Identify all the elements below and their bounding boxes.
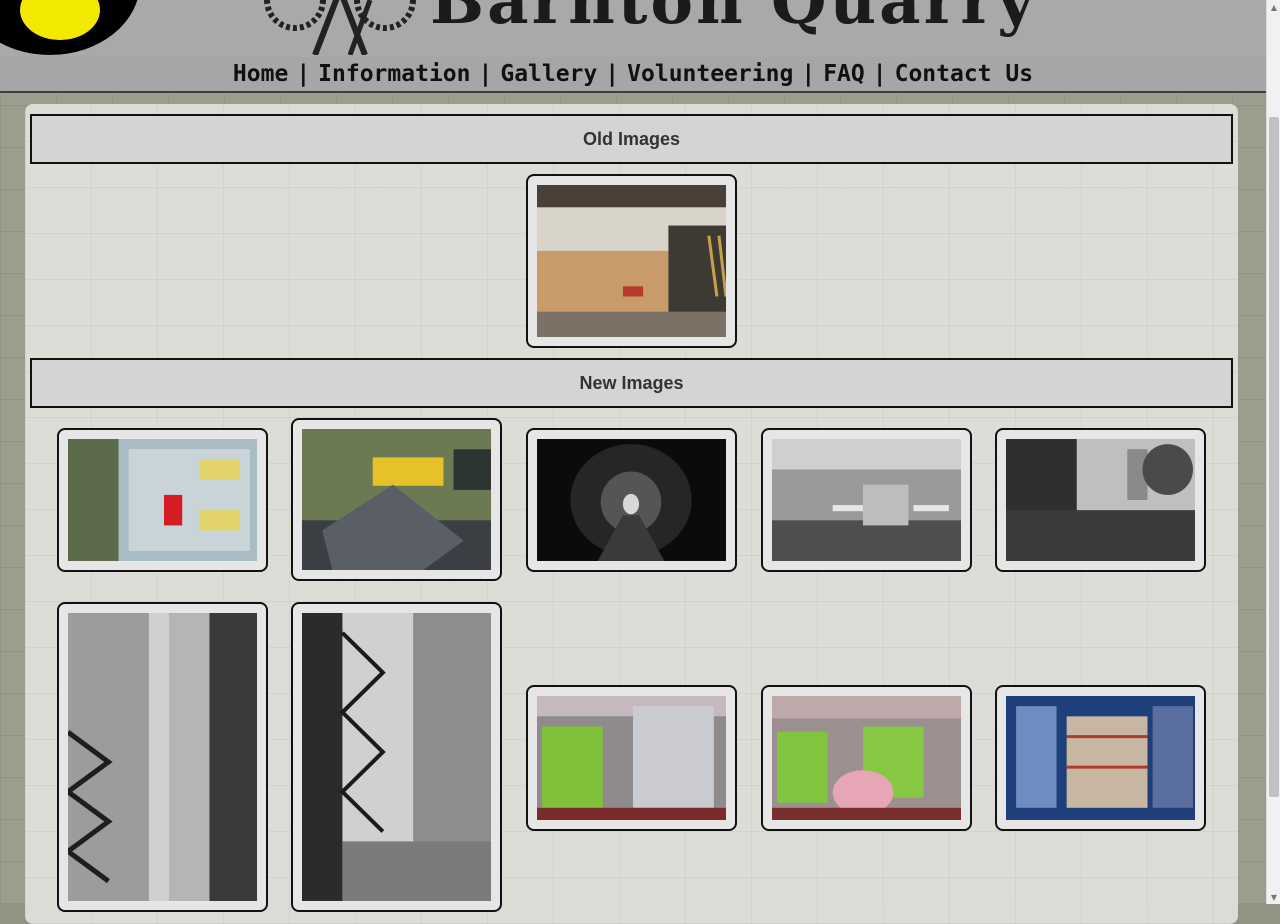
gallery-thumb-switchgear[interactable] [57,428,268,572]
old-images-heading: Old Images [30,114,1233,164]
nav-separator: | [296,61,311,87]
page-scrollbar[interactable]: ▲ ▼ [1266,0,1280,904]
new-images-heading: New Images [30,358,1233,408]
gallery-thumb-plant-2[interactable] [761,685,972,831]
photo-rubble-pile [302,429,491,570]
site-header: Barnton Quarry [0,0,1266,59]
gallery-thumb-rubble[interactable] [291,418,502,581]
gallery-thumb-old-room[interactable] [526,174,737,348]
site-title: Barnton Quarry [430,0,1038,39]
photo-plant-room-2 [772,696,961,820]
nav-gallery[interactable]: Gallery [500,61,597,87]
photo-tunnel [537,439,726,561]
nav-home[interactable]: Home [233,61,288,87]
nav-separator: | [872,61,887,87]
nav-contact-us[interactable]: Contact Us [895,61,1033,87]
scrollbar-thumb[interactable] [1269,117,1279,797]
nav-separator: | [801,61,816,87]
photo-switchgear [68,439,257,561]
photo-renovation-room [537,185,728,337]
photo-stairwell [63,613,257,901]
scroll-up-icon[interactable]: ▲ [1267,0,1280,14]
scroll-down-icon[interactable]: ▼ [1267,890,1280,904]
nav-separator: | [478,61,493,87]
photo-overgrown-entrance [1006,439,1195,561]
photo-office-room [772,439,961,561]
gallery-thumb-entrance[interactable] [995,428,1206,572]
photo-telephone-exchange [1006,696,1195,820]
logo-emblem[interactable] [0,0,140,55]
gallery-thumb-telephone-exchange[interactable] [995,685,1206,831]
nav-information[interactable]: Information [318,61,470,87]
gallery-thumb-office[interactable] [761,428,972,572]
gallery-thumb-tunnel[interactable] [526,428,737,572]
nav-faq[interactable]: FAQ [823,61,865,87]
nav-separator: | [605,61,620,87]
main-nav: Home | Information | Gallery | Volunteer… [0,57,1266,93]
gallery-thumb-stairwell-1[interactable] [57,602,268,912]
photo-plant-room-1 [537,696,726,820]
logo-mark-icon [264,0,416,55]
photo-stairwell-down [302,613,491,901]
gallery-thumb-plant-1[interactable] [526,685,737,831]
nav-volunteering[interactable]: Volunteering [627,61,793,87]
gallery-thumb-stairwell-2[interactable] [291,602,502,912]
